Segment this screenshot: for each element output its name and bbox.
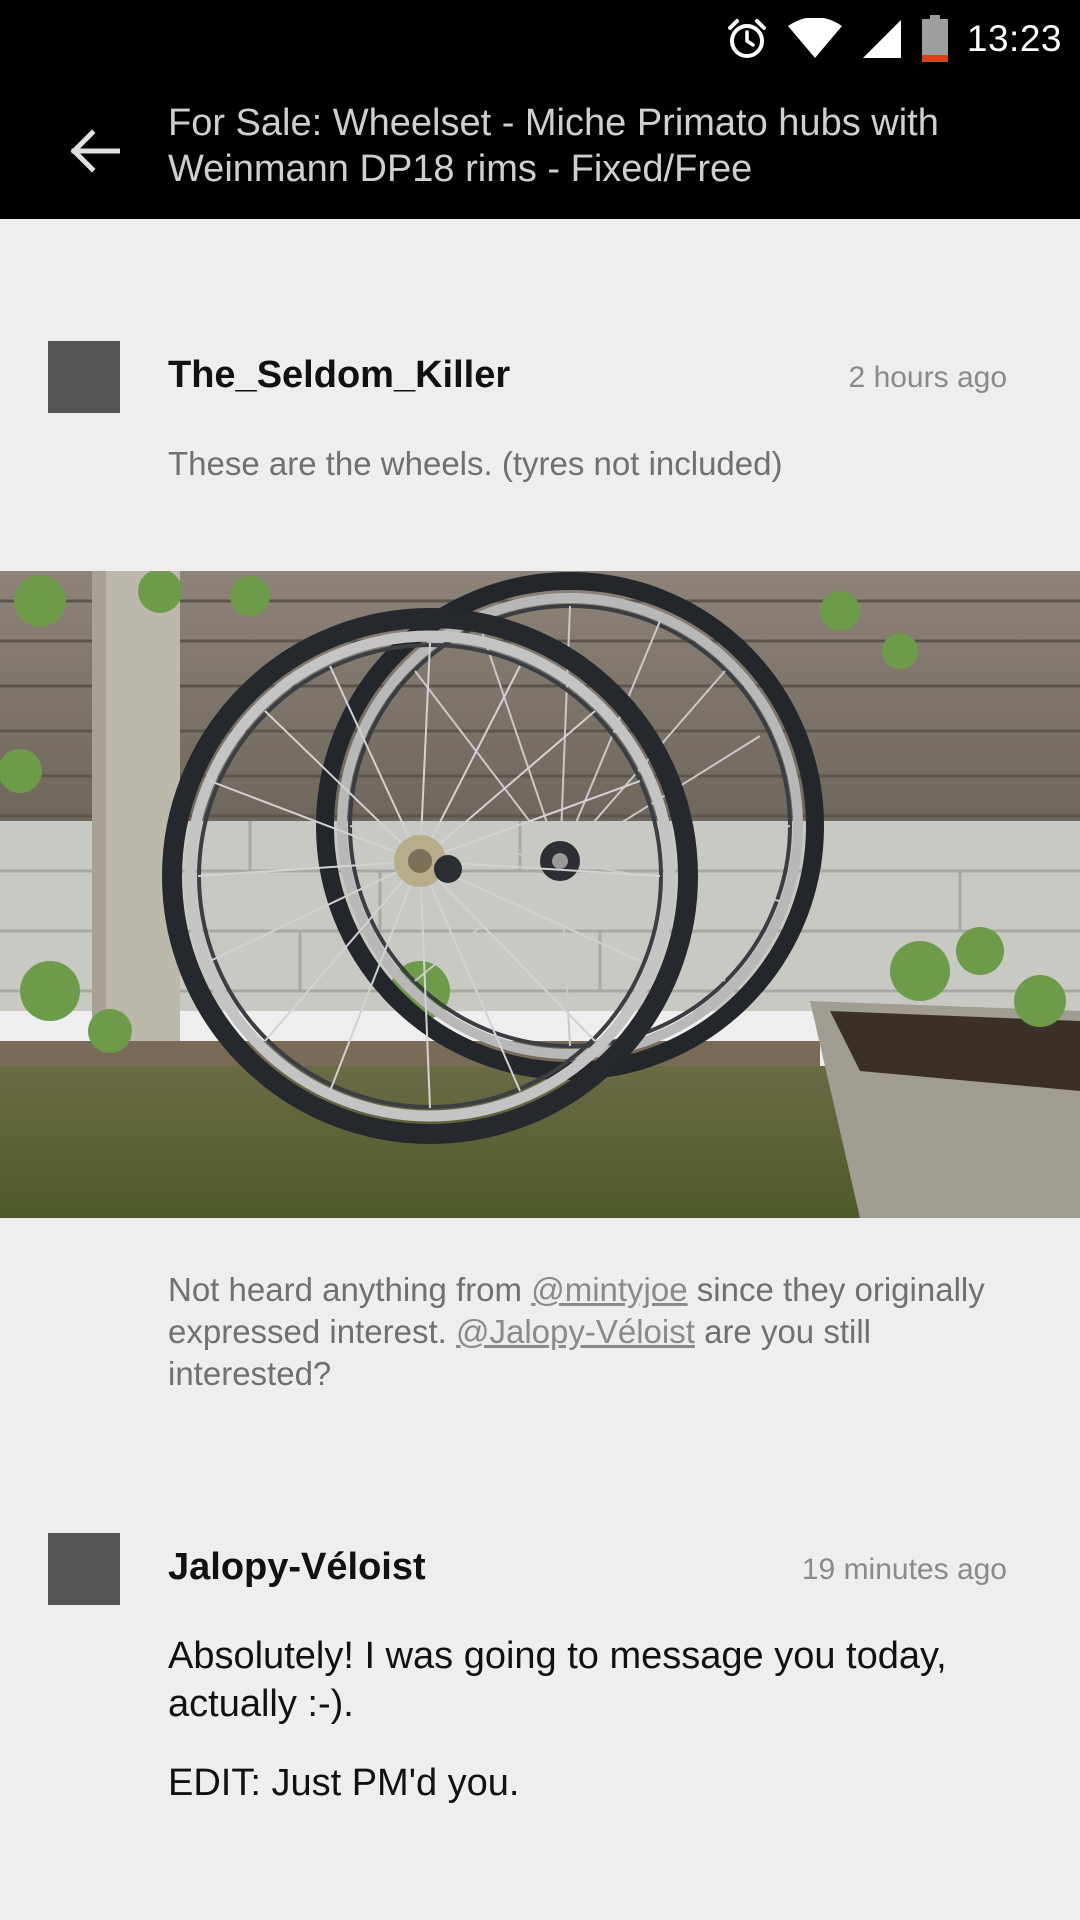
post-text: These are the wheels. (tyres not include… — [168, 445, 783, 482]
avatar[interactable] — [48, 341, 120, 413]
status-bar: 13:23 — [0, 0, 1080, 78]
signal-icon — [861, 18, 903, 60]
status-time: 13:23 — [966, 18, 1062, 59]
follow-up-text: Not heard anything from — [168, 1271, 532, 1308]
battery-icon — [921, 15, 949, 63]
alarm-icon — [725, 17, 769, 61]
post-image[interactable] — [0, 571, 1080, 1218]
post-text: Absolutely! I was going to message you t… — [168, 1635, 947, 1725]
thread-content[interactable]: The_Seldom_Killer 2 hours ago These are … — [0, 219, 1080, 1920]
post-follow-up: Not heard anything from @mintyjoe since … — [168, 1269, 998, 1395]
avatar[interactable] — [48, 1533, 120, 1605]
post-timestamp: 19 minutes ago — [801, 1553, 1007, 1586]
mention-link[interactable]: @mintyjoe — [531, 1271, 687, 1308]
post-author[interactable]: The_Seldom_Killer — [168, 354, 510, 397]
wifi-icon — [787, 18, 843, 60]
arrow-left-icon — [70, 128, 121, 178]
app-bar: For Sale: Wheelset - Miche Primato hubs … — [0, 78, 1080, 219]
post-text: EDIT: Just PM'd you. — [168, 1762, 520, 1804]
post-author[interactable]: Jalopy-Véloist — [168, 1546, 426, 1589]
status-icons: 13:23 — [725, 0, 1062, 78]
page-title: For Sale: Wheelset - Miche Primato hubs … — [168, 102, 939, 190]
mention-link[interactable]: @Jalopy-Véloist — [456, 1313, 695, 1350]
post-timestamp: 2 hours ago — [848, 361, 1007, 394]
back-button[interactable] — [60, 118, 130, 188]
